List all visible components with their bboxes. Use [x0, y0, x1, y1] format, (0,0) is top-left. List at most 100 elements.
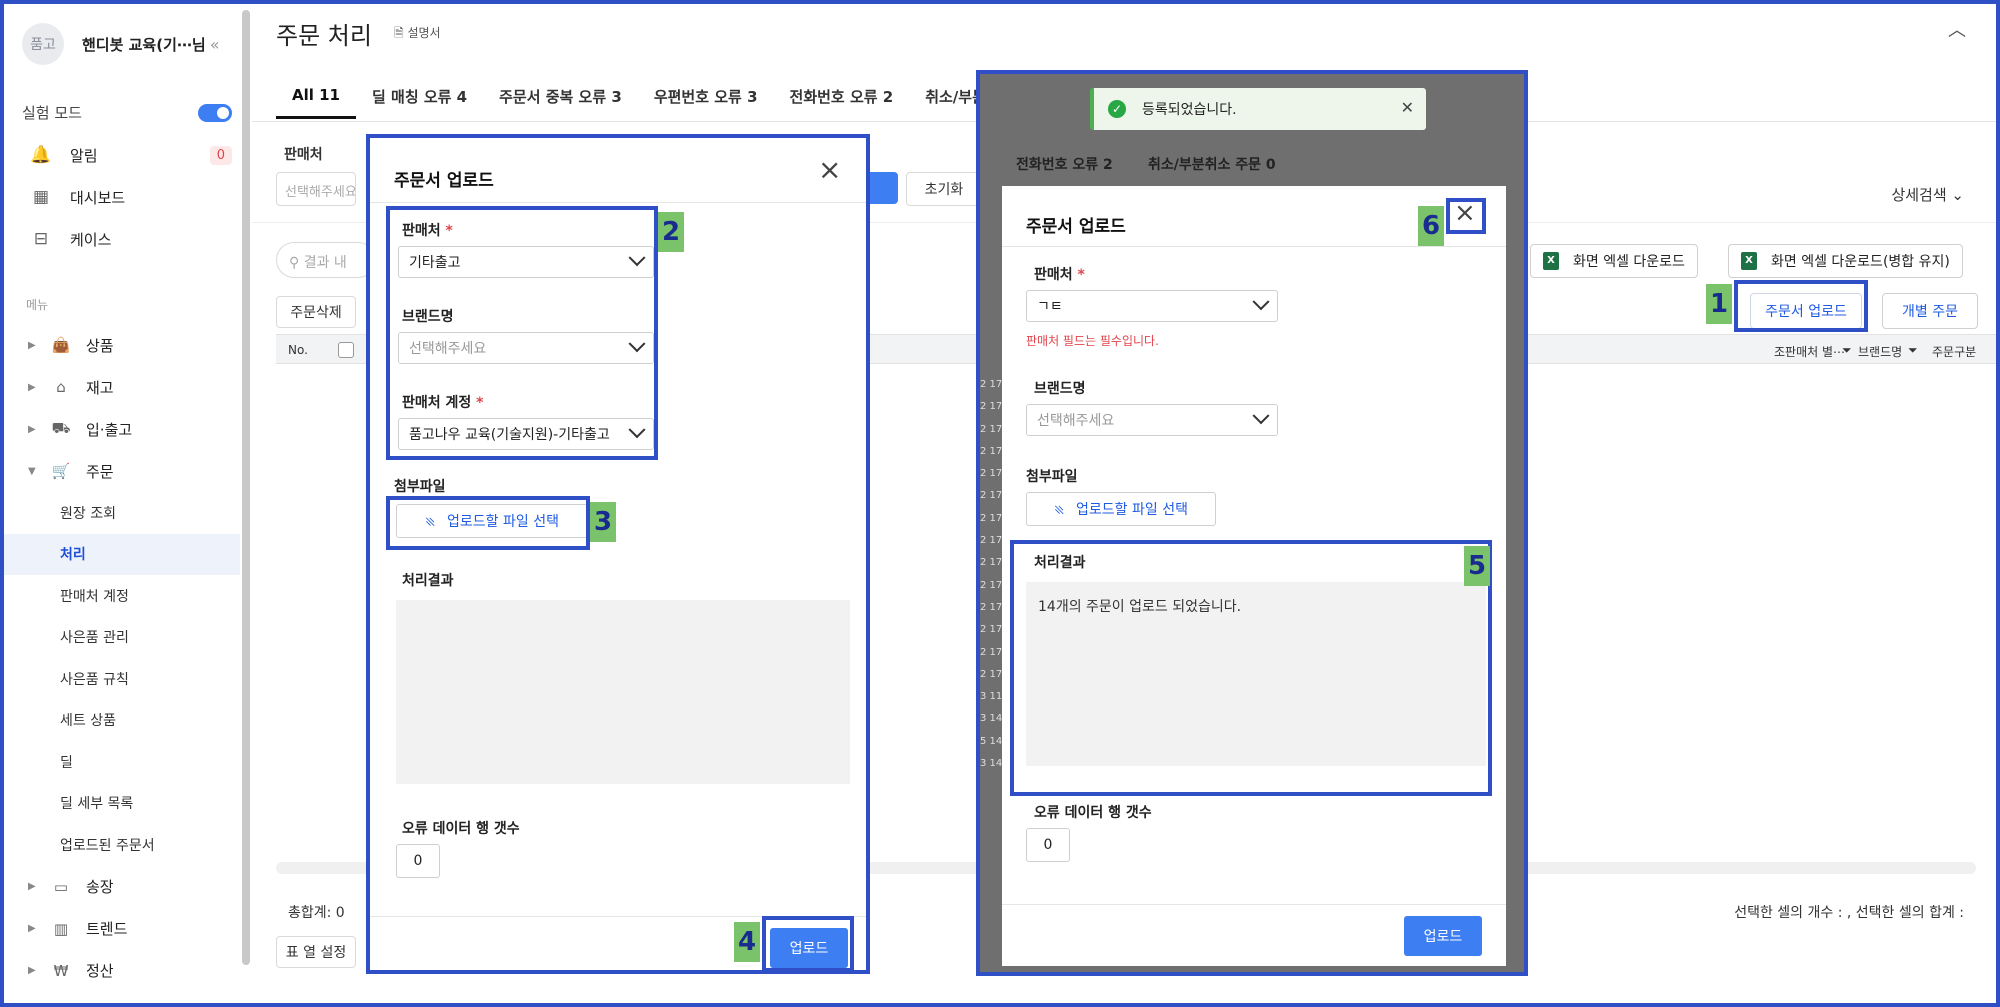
background-grid-row: 2 17: [980, 601, 1003, 613]
seller-label-text: 판매처: [1034, 267, 1073, 283]
seller-select[interactable]: ㄱㅌ: [1026, 290, 1278, 322]
result-search-input[interactable]: ⚲ 결과 내: [276, 242, 376, 278]
seller-filter-select[interactable]: 선택해주세요: [276, 172, 356, 206]
background-grid-row: 2 17: [980, 512, 1003, 524]
nav-item-cases[interactable]: ⊟ 케이스: [30, 218, 232, 260]
search-icon: ⚲: [289, 255, 304, 271]
menu-item-processing[interactable]: 처리: [4, 533, 240, 575]
workspace-name: 핸디봇 교육(기⋯님: [82, 35, 206, 54]
brand-select[interactable]: 선택해주세요: [1026, 404, 1278, 436]
paperclip-icon: ⌯: [1049, 498, 1071, 520]
background-grid-row: 2 17: [980, 579, 1003, 591]
select-all-checkbox[interactable]: [338, 342, 354, 358]
sidebar-scrollbar[interactable]: [242, 10, 250, 965]
menu-group-orders[interactable]: ▼ 🛒 주문: [28, 450, 240, 492]
excel-download-merged-button[interactable]: X 화면 엑셀 다운로드(병합 유지): [1728, 244, 1963, 278]
background-grid-row: 2 17: [980, 646, 1003, 658]
modal-title: 주문서 업로드: [1026, 217, 1126, 237]
menu-group-inventory[interactable]: ▶ ⌂ 재고: [28, 366, 240, 408]
document-icon: 🗎: [394, 26, 408, 40]
menu-group-label: 트렌드: [86, 920, 128, 938]
menu-group-label: 송장: [86, 878, 114, 896]
menu-group-settlement[interactable]: ▶ ₩ 정산: [28, 950, 240, 992]
excel-icon: X: [1543, 252, 1559, 270]
detail-search-toggle[interactable]: 상세검색 ⌄: [1891, 184, 1964, 205]
filter-icon[interactable]: ⏷: [1908, 343, 1918, 358]
background-grid-row: 2 17: [980, 401, 1003, 413]
experiment-mode-toggle[interactable]: [198, 103, 232, 122]
column-header-seller-alias[interactable]: 조판매처 별⋯: [1774, 343, 1845, 360]
menu-item-uploaded-orders[interactable]: 업로드된 주문서: [4, 824, 240, 866]
step-badge: 5: [1464, 546, 1490, 586]
tab-phone-error[interactable]: 전화번호 오류 2: [774, 86, 910, 119]
upload-button[interactable]: 업로드: [1404, 916, 1482, 956]
filter-tabs: All 11 딜 매칭 오류 4 주문서 중복 오류 3 우편번호 오류 3 전…: [276, 86, 1016, 119]
menu-item-gift-rules[interactable]: 사은품 규칙: [4, 658, 240, 700]
workspace-header[interactable]: 품고 핸디봇 교육(기⋯님 «: [22, 22, 232, 66]
menu-item-gift-management[interactable]: 사은품 관리: [4, 617, 240, 659]
background-grid-row: 2 17: [980, 557, 1003, 569]
reset-button[interactable]: 초기화: [906, 172, 982, 206]
brand-select-placeholder: 선택해주세요: [1037, 413, 1115, 429]
avatar: 품고: [22, 23, 64, 65]
tab-deal-matching-error[interactable]: 딜 매칭 오류 4: [356, 86, 483, 119]
bell-icon: 🔔: [30, 145, 52, 165]
single-order-button[interactable]: 개별 주문: [1882, 293, 1978, 329]
collapse-sidebar-icon[interactable]: «: [210, 35, 220, 54]
filter-icon[interactable]: ⏷: [1842, 343, 1852, 358]
dashboard-icon: ▦: [32, 187, 50, 207]
highlight-file-select: [386, 496, 590, 550]
highlight-close-button: [1446, 198, 1486, 234]
menu-item-seller-accounts[interactable]: 판매처 계정: [4, 575, 240, 617]
menu-group-trends[interactable]: ▶ ▥ 트렌드: [28, 908, 240, 950]
nav-item-notifications[interactable]: 🔔 알림 0: [30, 134, 232, 176]
menu-group-invoices[interactable]: ▶ ▭ 송장: [28, 866, 240, 908]
step-badge: 4: [734, 922, 760, 962]
file-select-button[interactable]: ⌯ 업로드할 파일 선택: [1026, 492, 1216, 526]
sidebar: 품고 핸디봇 교육(기⋯님 « 실험 모드 🔔 알림 0 ▦ 대시보드 ⊟ 케이…: [4, 4, 250, 1003]
error-rows-value: 0: [1026, 828, 1070, 862]
column-header-order-type[interactable]: 주문구분: [1932, 343, 1976, 360]
close-icon[interactable]: ×: [818, 156, 841, 184]
nav-item-dashboard[interactable]: ▦ 대시보드: [30, 176, 232, 218]
menu-item-deal-details[interactable]: 딜 세부 목록: [4, 783, 240, 825]
delete-orders-button[interactable]: 주문삭제: [276, 296, 356, 328]
chevron-right-icon: ▶: [28, 965, 36, 976]
background-grid-row: 5 14: [980, 735, 1003, 747]
excel-download-label: 화면 엑셀 다운로드: [1573, 254, 1685, 270]
modal-header-divider: [370, 202, 866, 203]
seller-label: 판매처 *: [1034, 264, 1085, 284]
manual-link[interactable]: 🗎 설명서: [394, 24, 441, 45]
close-icon[interactable]: ✕: [1401, 98, 1414, 117]
selection-info: 선택한 셀의 개수 : , 선택한 셀의 합계 :: [1734, 905, 1964, 921]
excel-download-button[interactable]: X 화면 엑셀 다운로드: [1530, 244, 1698, 278]
tab-postcode-error[interactable]: 우편번호 오류 3: [638, 86, 774, 119]
truck-icon: ⛟: [51, 419, 71, 437]
excel-icon: X: [1741, 252, 1757, 270]
column-header-brand[interactable]: 브랜드명: [1858, 343, 1902, 360]
excel-download-merged-label: 화면 엑셀 다운로드(병합 유지): [1771, 254, 1950, 270]
menu-item-deals[interactable]: 딜: [4, 741, 240, 783]
cart-icon: 🛒: [51, 462, 71, 480]
menu-group-products[interactable]: ▶ 👜 상품: [28, 324, 240, 366]
column-settings-button[interactable]: 표 열 설정: [276, 936, 356, 968]
column-header-no[interactable]: No.: [288, 343, 308, 357]
chevron-down-icon: ▼: [28, 465, 36, 477]
menu-item-ledger[interactable]: 원장 조회: [4, 492, 240, 534]
tab-all[interactable]: All 11: [276, 86, 356, 119]
highlight-seller-fields: [386, 206, 658, 460]
file-select-label: 업로드할 파일 선택: [1076, 502, 1188, 518]
menu-item-set-products[interactable]: 세트 상품: [4, 700, 240, 742]
bg-tab-phone-error: 전화번호 오류 2: [1016, 157, 1113, 173]
invoice-icon: ▭: [53, 877, 69, 896]
page-title: 주문 처리: [276, 22, 372, 50]
step-badge: 2: [658, 212, 684, 252]
brand-label: 브랜드명: [1034, 381, 1086, 397]
grid-total: 총합계: 0: [288, 905, 345, 921]
menu-group-inbound-outbound[interactable]: ▶ ⛟ 입·출고: [28, 408, 240, 450]
success-toast: ✓ 등록되었습니다. ✕: [1090, 88, 1426, 130]
top-nav: 🔔 알림 0 ▦ 대시보드 ⊟ 케이스: [30, 134, 232, 260]
chevron-up-icon[interactable]: ︿: [1948, 16, 1966, 42]
tab-duplicate-order-error[interactable]: 주문서 중복 오류 3: [483, 86, 638, 119]
background-grid-row: 3 14: [980, 713, 1003, 725]
